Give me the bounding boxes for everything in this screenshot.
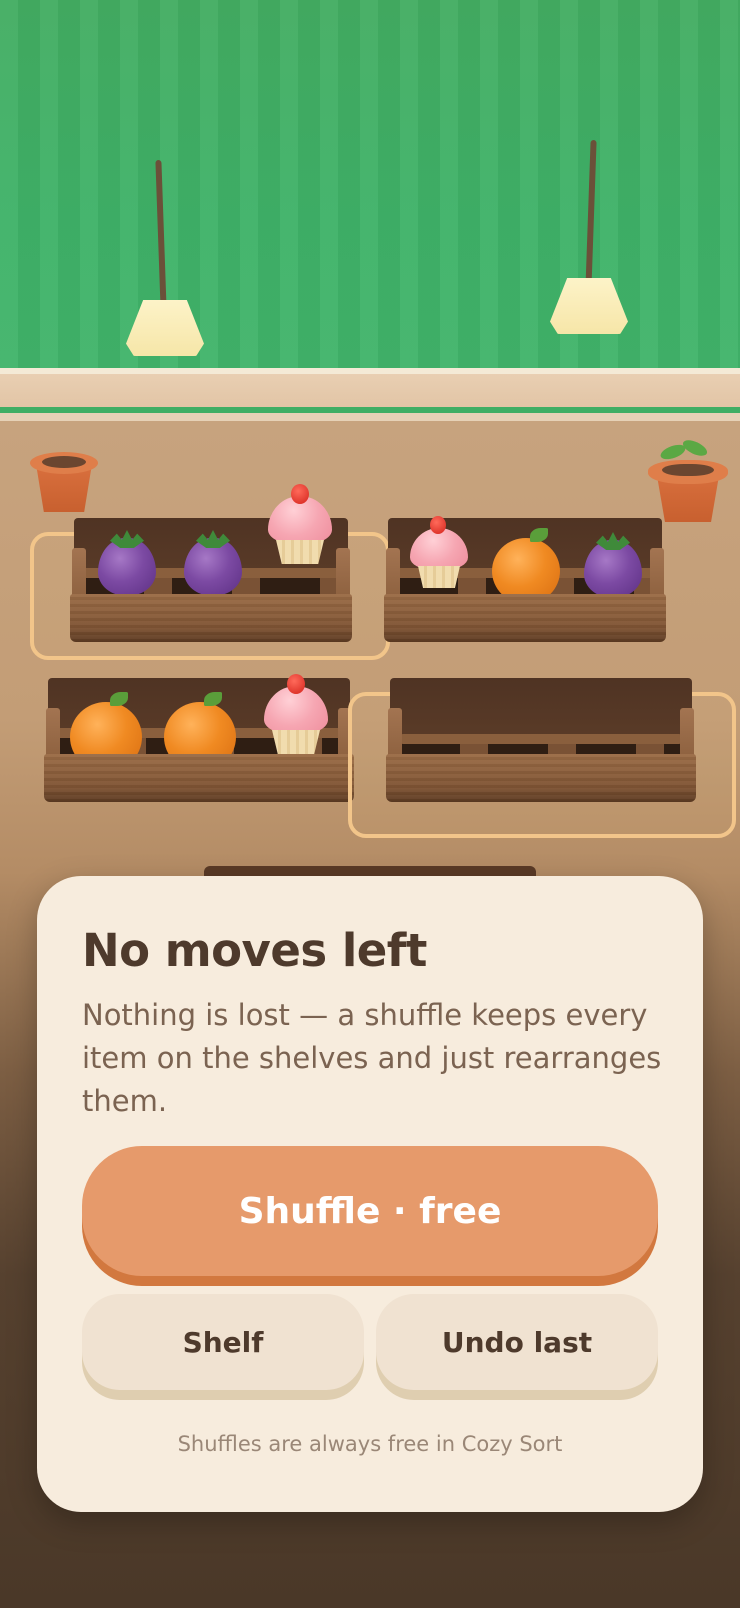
wall-ledge xyxy=(0,374,740,410)
eggplant-item[interactable] xyxy=(584,526,642,598)
flower-pot-icon xyxy=(30,452,98,516)
shelf-button[interactable]: Shelf xyxy=(82,1294,364,1390)
eggplant-item[interactable] xyxy=(184,524,242,596)
shuffle-button[interactable]: Shuffle · free xyxy=(82,1146,658,1276)
shelf-button-label: Shelf xyxy=(182,1325,264,1359)
shelf-2[interactable] xyxy=(384,516,666,642)
cupcake-item[interactable] xyxy=(410,514,470,594)
shelf-1[interactable] xyxy=(70,484,352,642)
shelf-4[interactable] xyxy=(386,678,696,802)
dialog-message: Nothing is lost — a shuffle keeps every … xyxy=(82,998,662,1118)
ledge-lip xyxy=(0,413,740,421)
dialog-title: No moves left xyxy=(82,924,427,977)
lamp-icon xyxy=(550,139,630,340)
undo-last-button[interactable]: Undo last xyxy=(376,1294,658,1390)
cupcake-item[interactable] xyxy=(268,484,332,564)
cupcake-item[interactable] xyxy=(264,674,328,754)
lamp-icon xyxy=(126,159,206,360)
orange-item[interactable] xyxy=(492,528,560,604)
shelf-3[interactable] xyxy=(44,674,354,802)
eggplant-item[interactable] xyxy=(98,524,156,596)
undo-last-button-label: Undo last xyxy=(441,1325,593,1359)
shuffle-button-label: Shuffle · free xyxy=(238,1190,502,1232)
dialog-footnote: Shuffles are always free in Cozy Sort xyxy=(177,1432,563,1456)
